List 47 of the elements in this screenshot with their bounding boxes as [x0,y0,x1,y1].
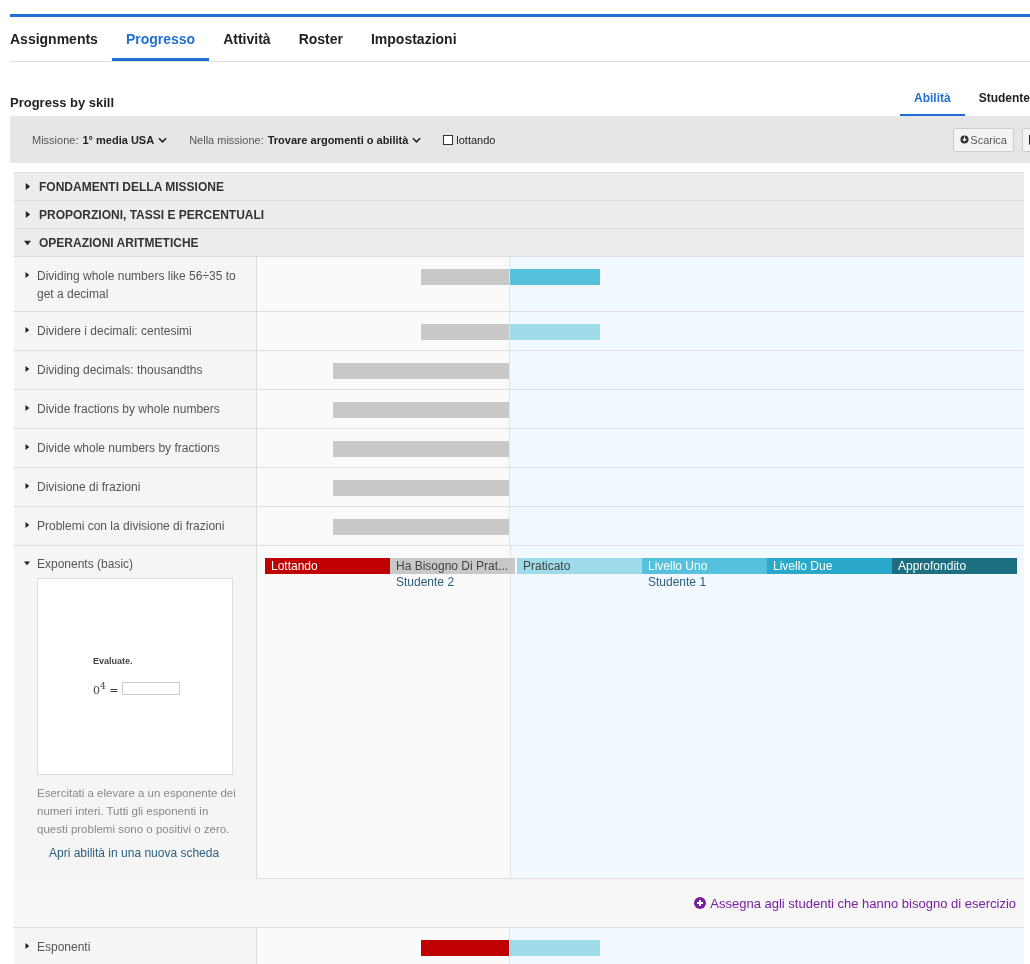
skill-description: Esercitati a elevare a un esponente dei numeri interi. Tutti gli esponenti in questi problemi sono o positivi o zero. [37,786,237,837]
skill-name[interactable]: Dividing whole numbers like 56÷35 to get a decimal [37,267,248,303]
answer-box [121,682,180,695]
math-expression: 0$^{4}$ = [93,680,119,697]
skill-name[interactable]: Dividing decimals: thousandths [37,361,203,379]
group-title: PROPORZIONI, TASSI E PERCENTUALI [39,207,265,222]
nav-tab[interactable]: Attività [223,17,271,61]
checkbox-label: lottando [456,133,496,146]
skill-name[interactable]: Exponents (basic) [37,555,134,573]
plus-circle-icon [694,897,707,909]
level-header: Livello Uno [642,558,767,574]
group-header[interactable]: FONDAMENTI DELLA MISSIONE [14,172,1024,200]
assign-link[interactable]: Assegna agli studenti che hanno bisogno di esercizio [694,895,1016,911]
chevron-icon [158,136,168,143]
nav-tab[interactable]: Roster [298,17,343,61]
level-header: Approfondito [892,558,1017,574]
download-icon [960,135,970,144]
skill-name[interactable]: Divisione di frazioni [37,478,141,496]
level-header: Ha Bisogno Di Prat... [390,558,515,574]
mission-filter-dropdown[interactable]: Trovare argomenti o abilità [267,133,422,146]
checkbox[interactable] [443,134,454,145]
level-header: Lottando [265,558,390,574]
open-skill-link[interactable]: Apri abilità in una nuova scheda [49,846,220,860]
skill-name[interactable]: Problemi con la divisione di frazioni [37,517,225,535]
skill-name[interactable]: Divide fractions by whole numbers [37,400,220,418]
skill-name[interactable]: Dividere i decimali: centesimi [37,322,192,340]
nav-tab[interactable]: Progresso [111,17,210,61]
filter-label: Missione: [32,133,79,146]
group-header[interactable]: PROPORZIONI, TASSI E PERCENTUALI [14,200,1024,228]
view-tab[interactable]: Studente [964,89,1030,116]
section-title: Progress by skill [10,95,115,112]
filter-label: Nella missione: [189,133,264,146]
mission-dropdown[interactable]: 1° media USA [82,133,168,146]
group-title: FONDAMENTI DELLA MISSIONE [39,179,224,194]
level-header: Livello Due [767,558,892,574]
chevron-icon [412,136,422,143]
nav-tab[interactable]: Assignments [10,17,98,61]
nav-tab[interactable]: Impostazioni [371,17,457,61]
skill-name[interactable]: Esponenti [37,938,91,956]
download-button[interactable]: Scarica [953,127,1014,152]
group-header[interactable]: OPERAZIONI ARITMETICHE [14,228,1024,256]
level-header: Praticato [517,558,642,574]
student-link[interactable]: Studente 2 [390,574,455,590]
group-title: OPERAZIONI ARITMETICHE [39,235,199,250]
skill-name[interactable]: Divide whole numbers by fractions [37,439,220,457]
student-link[interactable]: Studente 1 [642,574,707,590]
exercise-prompt: Evaluate. [93,656,134,667]
